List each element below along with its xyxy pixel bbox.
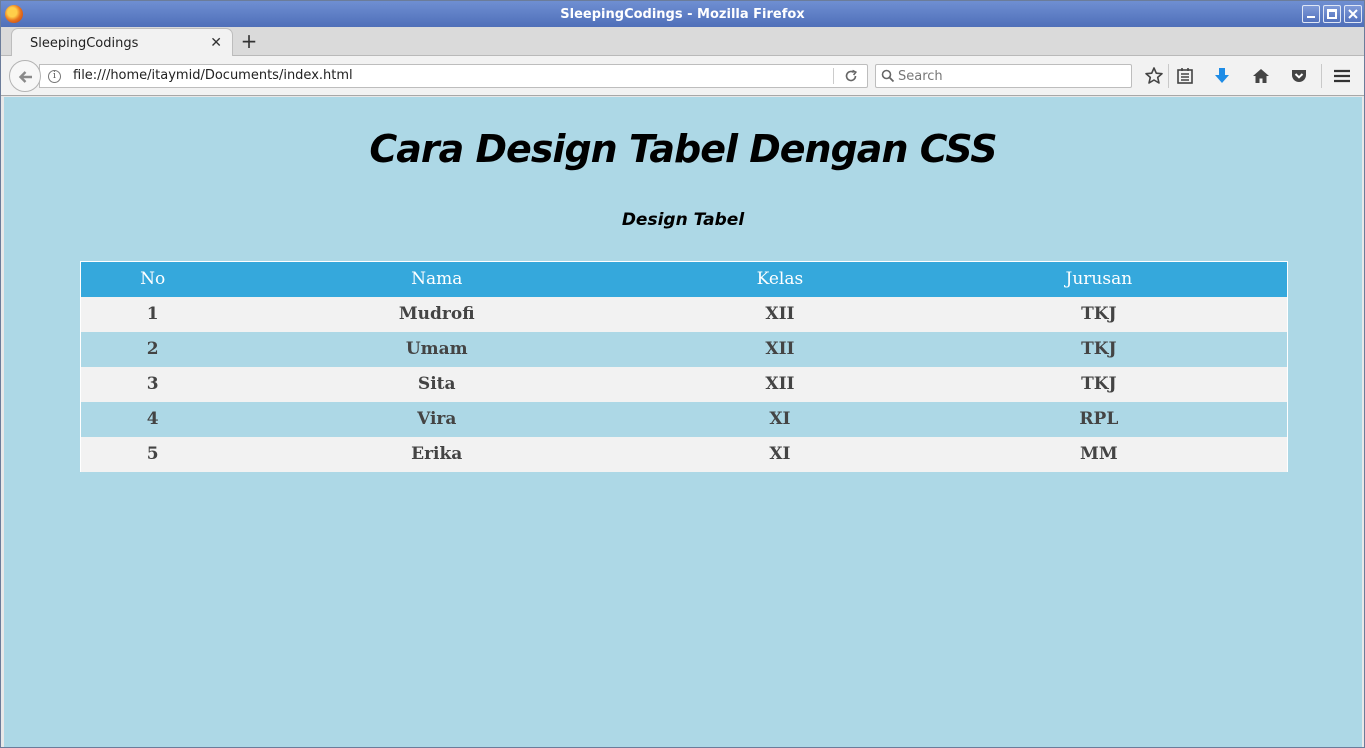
toolbar-separator (1321, 64, 1322, 88)
window-controls (1302, 5, 1362, 23)
cell-jurusan: TKJ (910, 296, 1288, 332)
reading-list-icon[interactable] (1175, 66, 1195, 86)
cell-no: 2 (80, 331, 225, 367)
title-bar: SleepingCodings - Mozilla Firefox (1, 1, 1364, 27)
header-kelas: Kelas (649, 261, 911, 297)
maximize-icon[interactable] (1323, 5, 1341, 23)
cell-kelas: XII (649, 296, 911, 332)
close-icon[interactable] (1344, 5, 1362, 23)
search-bar[interactable] (875, 64, 1132, 88)
page-content: Cara Design Tabel Dengan CSS Design Tabe… (4, 97, 1362, 747)
info-icon[interactable]: i (48, 70, 61, 83)
table-row: 2 Umam XII TKJ (80, 331, 1288, 367)
table-row: 4 Vira XI RPL (80, 401, 1288, 437)
cell-nama: Sita (224, 366, 650, 402)
cell-kelas: XI (649, 436, 911, 472)
header-nama: Nama (224, 261, 650, 297)
new-tab-icon[interactable]: + (239, 30, 259, 52)
url-separator (833, 68, 834, 84)
header-no: No (80, 261, 225, 297)
table-row: 5 Erika XI MM (80, 436, 1288, 472)
cell-jurusan: MM (910, 436, 1288, 472)
cell-nama: Vira (224, 401, 650, 437)
cell-nama: Umam (224, 331, 650, 367)
tab-strip: SleepingCodings ✕ + (1, 27, 1364, 57)
cell-no: 4 (80, 401, 225, 437)
home-icon[interactable] (1251, 66, 1271, 86)
tab-label: SleepingCodings (30, 36, 139, 51)
cell-kelas: XII (649, 331, 911, 367)
url-bar[interactable]: i file:///home/itaymid/Documents/index.h… (39, 64, 868, 88)
menu-icon[interactable] (1332, 66, 1352, 86)
cell-jurusan: RPL (910, 401, 1288, 437)
page-subtitle: Design Tabel (621, 210, 745, 230)
search-icon (881, 69, 895, 83)
firefox-icon (5, 5, 23, 23)
nav-bar: i file:///home/itaymid/Documents/index.h… (1, 56, 1364, 96)
tab-close-icon[interactable]: ✕ (210, 35, 222, 51)
header-jurusan: Jurusan (910, 261, 1288, 297)
page-title: Cara Design Tabel Dengan CSS (369, 127, 997, 171)
cell-no: 5 (80, 436, 225, 472)
bookmark-star-icon[interactable] (1144, 66, 1164, 86)
cell-jurusan: TKJ (910, 366, 1288, 402)
cell-kelas: XI (649, 401, 911, 437)
back-button[interactable] (9, 60, 41, 92)
back-icon (18, 71, 32, 83)
cell-nama: Mudrofi (224, 296, 650, 332)
cell-no: 3 (80, 366, 225, 402)
browser-window: SleepingCodings - Mozilla Firefox Sleepi… (0, 0, 1365, 748)
pocket-icon[interactable] (1289, 66, 1309, 86)
url-text[interactable]: file:///home/itaymid/Documents/index.htm… (73, 68, 353, 83)
table-row: 1 Mudrofi XII TKJ (80, 296, 1288, 332)
minimize-icon[interactable] (1302, 5, 1320, 23)
tab-sleepingcodings[interactable]: SleepingCodings ✕ (11, 28, 233, 57)
student-table: No Nama Kelas Jurusan 1 Mudrofi XII TKJ … (80, 261, 1288, 472)
cell-kelas: XII (649, 366, 911, 402)
cell-jurusan: TKJ (910, 331, 1288, 367)
cell-nama: Erika (224, 436, 650, 472)
table-header-row: No Nama Kelas Jurusan (80, 261, 1288, 297)
reload-icon[interactable] (844, 69, 858, 83)
table-row: 3 Sita XII TKJ (80, 366, 1288, 402)
cell-no: 1 (80, 296, 225, 332)
window-title: SleepingCodings - Mozilla Firefox (560, 6, 805, 22)
toolbar-separator (1168, 64, 1169, 88)
download-icon[interactable] (1212, 66, 1232, 86)
search-input[interactable] (898, 67, 1126, 85)
